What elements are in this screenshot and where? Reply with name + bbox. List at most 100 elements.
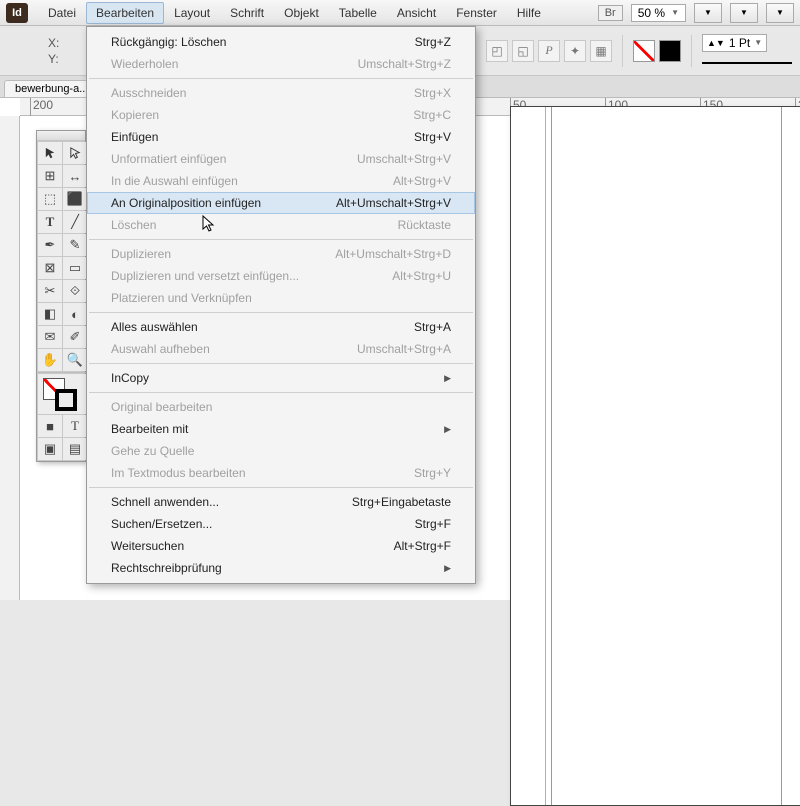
rectangle-frame-tool[interactable]: ⊠ — [38, 257, 62, 279]
rectangle-tool[interactable]: ▭ — [63, 257, 87, 279]
fill-swatch[interactable] — [633, 40, 655, 62]
eyedropper-tool[interactable]: ✐ — [63, 326, 87, 348]
free-transform-tool[interactable]: ⟐ — [63, 280, 87, 302]
direct-selection-tool[interactable] — [63, 142, 87, 164]
submenu-arrow-icon: ▶ — [444, 424, 451, 435]
stroke-style-icon[interactable] — [702, 62, 792, 68]
menu-item-label: An Originalposition einfügen — [111, 196, 261, 210]
normal-view-icon[interactable]: ▣ — [38, 438, 62, 460]
menu-item-an-originalposition-einf-gen[interactable]: An Originalposition einfügen Alt+Umschalt… — [87, 192, 475, 214]
wrap-icon[interactable]: ▦ — [590, 40, 612, 62]
menu-item-shortcut: Umschalt+Strg+A — [357, 342, 451, 356]
menu-item-label: Rechtschreibprüfung — [111, 561, 222, 575]
content-placer-tool[interactable]: ⬛ — [63, 188, 87, 210]
menu-item-shortcut: Strg+Eingabetaste — [352, 495, 451, 509]
menu-layout[interactable]: Layout — [164, 2, 220, 24]
gradient-feather-tool[interactable]: ◐ — [63, 303, 87, 325]
menu-separator — [89, 487, 473, 488]
menu-item-gehe-zu-quelle: Gehe zu Quelle — [87, 440, 475, 462]
content-collector-tool[interactable]: ⬚ — [38, 188, 62, 210]
stroke-proxy[interactable] — [55, 389, 77, 411]
menu-item-label: Suchen/Ersetzen... — [111, 517, 212, 531]
chevron-down-icon: ▼ — [671, 8, 679, 17]
ruler-vertical[interactable] — [0, 116, 20, 600]
menu-item-label: Ausschneiden — [111, 86, 186, 100]
select-content-icon[interactable]: ◱ — [512, 40, 534, 62]
menu-item-shortcut: Umschalt+Strg+V — [357, 152, 451, 166]
menu-separator — [89, 78, 473, 79]
apply-color-icon[interactable]: ■ — [38, 415, 62, 437]
zoom-tool[interactable]: 🔍 — [63, 349, 87, 371]
panel-grip[interactable] — [37, 131, 85, 141]
menu-bearbeiten[interactable]: Bearbeiten — [86, 2, 164, 24]
page-tool[interactable]: ⊞ — [38, 165, 62, 187]
select-container-icon[interactable]: ◰ — [486, 40, 508, 62]
type-tool[interactable]: T — [38, 211, 62, 233]
menu-item-shortcut: Strg+F — [415, 517, 451, 531]
menu-item-auswahl-aufheben: Auswahl aufheben Umschalt+Strg+A — [87, 338, 475, 360]
menu-item-weitersuchen[interactable]: WeitersuchenAlt+Strg+F — [87, 535, 475, 557]
note-tool[interactable]: ✉ — [38, 326, 62, 348]
fill-stroke-proxy[interactable] — [38, 374, 87, 414]
menu-item-label: Auswahl aufheben — [111, 342, 210, 356]
menu-tabelle[interactable]: Tabelle — [329, 2, 387, 24]
menu-item-incopy[interactable]: InCopy▶ — [87, 367, 475, 389]
screen-mode-button[interactable]: ▼ — [730, 3, 758, 23]
guide-cyan[interactable] — [545, 107, 546, 805]
menu-item-label: Duplizieren — [111, 247, 171, 261]
stroke-swatch[interactable] — [659, 40, 681, 62]
menu-item-label: Bearbeiten mit — [111, 422, 188, 436]
line-tool[interactable]: ╱ — [63, 211, 87, 233]
menu-item-r-ckg-ngig-l-schen[interactable]: Rückgängig: Löschen Strg+Z — [87, 31, 475, 53]
scissors-tool[interactable]: ✂ — [38, 280, 62, 302]
menu-item-shortcut: Strg+Z — [415, 35, 451, 49]
arrange-button[interactable]: ▼ — [766, 3, 794, 23]
menu-fenster[interactable]: Fenster — [446, 2, 507, 24]
menu-item-shortcut: Umschalt+Strg+Z — [358, 57, 451, 71]
menu-separator — [89, 239, 473, 240]
menu-item-alles-ausw-hlen[interactable]: Alles auswählenStrg+A — [87, 316, 475, 338]
effects-icon[interactable]: ✦ — [564, 40, 586, 62]
menu-item-einf-gen[interactable]: EinfügenStrg+V — [87, 126, 475, 148]
menu-item-label: Rückgängig: Löschen — [111, 35, 226, 49]
menu-item-label: Kopieren — [111, 108, 159, 122]
guide-margin-left[interactable] — [551, 107, 552, 805]
menu-item-shortcut: Alt+Umschalt+Strg+D — [335, 247, 451, 261]
guide-margin-right[interactable] — [781, 107, 782, 805]
pencil-tool[interactable]: ✎ — [63, 234, 87, 256]
menu-item-shortcut: Alt+Strg+V — [393, 174, 451, 188]
pen-tool[interactable]: ✒ — [38, 234, 62, 256]
menu-item-unformatiert-einf-gen: Unformatiert einfügenUmschalt+Strg+V — [87, 148, 475, 170]
bridge-button[interactable]: Br — [598, 5, 623, 21]
menu-ansicht[interactable]: Ansicht — [387, 2, 446, 24]
paragraph-style-icon[interactable]: P — [538, 40, 560, 62]
menu-item-label: Gehe zu Quelle — [111, 444, 194, 458]
menu-item-label: Im Textmodus bearbeiten — [111, 466, 246, 480]
menu-objekt[interactable]: Objekt — [274, 2, 329, 24]
menu-item-l-schen: LöschenRücktaste — [87, 214, 475, 236]
menu-item-duplizieren-und-versetzt-einf-gen: Duplizieren und versetzt einfügen...Alt+… — [87, 265, 475, 287]
submenu-arrow-icon: ▶ — [444, 373, 451, 384]
menu-item-shortcut: Strg+C — [413, 108, 451, 122]
x-label: X: — [48, 36, 59, 50]
apply-type-icon[interactable]: T — [63, 415, 87, 437]
gradient-swatch-tool[interactable]: ◧ — [38, 303, 62, 325]
selection-tool[interactable] — [38, 142, 62, 164]
menu-separator — [89, 363, 473, 364]
menu-schrift[interactable]: Schrift — [220, 2, 274, 24]
menu-datei[interactable]: Datei — [38, 2, 86, 24]
zoom-level[interactable]: 50 % ▼ — [631, 4, 686, 22]
menu-item-label: Original bearbeiten — [111, 400, 212, 414]
preview-view-icon[interactable]: ▤ — [63, 438, 87, 460]
menu-item-shortcut: Alt+Umschalt+Strg+V — [336, 196, 451, 210]
view-options-button[interactable]: ▼ — [694, 3, 722, 23]
menu-hilfe[interactable]: Hilfe — [507, 2, 551, 24]
menu-item-schnell-anwenden[interactable]: Schnell anwenden...Strg+Eingabetaste — [87, 491, 475, 513]
menu-item-original-bearbeiten: Original bearbeiten — [87, 396, 475, 418]
menu-item-bearbeiten-mit[interactable]: Bearbeiten mit ▶ — [87, 418, 475, 440]
stroke-weight-field[interactable]: ▲▼ 1 Pt ▼ — [702, 34, 767, 52]
gap-tool[interactable]: ↔ — [63, 165, 87, 187]
menu-item-rechtschreibpr-fung[interactable]: Rechtschreibprüfung▶ — [87, 557, 475, 579]
hand-tool[interactable]: ✋ — [38, 349, 62, 371]
menu-item-suchen-ersetzen[interactable]: Suchen/Ersetzen... Strg+F — [87, 513, 475, 535]
